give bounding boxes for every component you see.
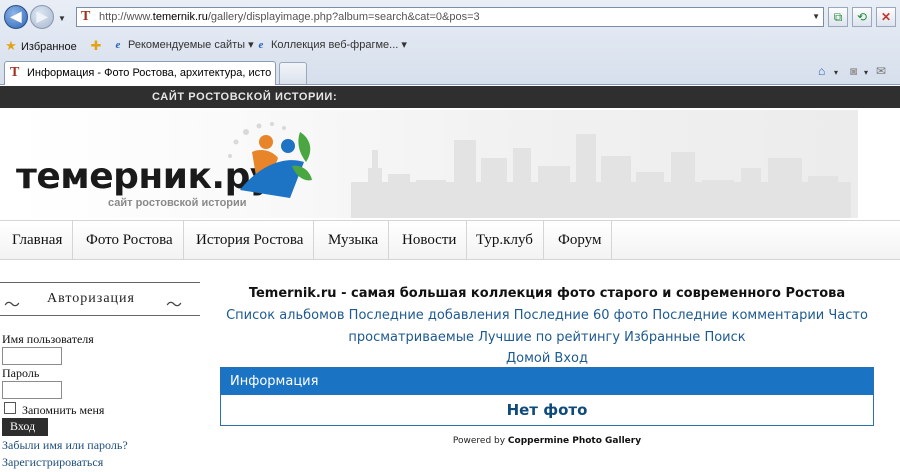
ie-page-icon: e: [115, 39, 121, 51]
back-button[interactable]: ◀: [4, 5, 28, 29]
address-url[interactable]: http://www.temernik.ru/gallery/displayim…: [99, 11, 480, 23]
fav-item-webslice[interactable]: e Коллекция веб-фрагме... ▾: [254, 38, 407, 51]
favorites-button[interactable]: ★ Избранное: [4, 38, 77, 54]
web-page: САЙТ РОСТОВСКОЙ ИСТОРИИ: темерник.ру сай…: [0, 86, 900, 472]
refresh-button[interactable]: ⟲: [852, 7, 872, 27]
password-input[interactable]: [2, 381, 62, 399]
gallery-title: Temernik.ru - самая большая коллекция фо…: [248, 286, 846, 301]
new-tab-button[interactable]: [279, 62, 307, 84]
menu-item-news[interactable]: Новости: [392, 221, 468, 259]
register-link[interactable]: Зарегистрироваться: [2, 455, 103, 470]
home-dropdown-icon[interactable]: ▾: [834, 68, 838, 77]
menu-item-tour-club[interactable]: Тур.клуб: [466, 221, 544, 259]
site-top-strip: САЙТ РОСТОВСКОЙ ИСТОРИИ:: [0, 86, 900, 108]
stop-icon: ✕: [880, 10, 892, 24]
ie-page-icon: e: [258, 39, 264, 51]
info-box-message: Нет фото: [506, 401, 588, 419]
swirl-ornament-icon: 〜: [4, 297, 21, 314]
menu-item-home[interactable]: Главная: [2, 221, 74, 259]
home-icon[interactable]: ⌂: [818, 64, 825, 78]
auth-heading: 〜 Авторизация 〜: [0, 282, 200, 316]
forgot-password-link[interactable]: Забыли имя или пароль?: [2, 438, 128, 453]
gallery-nav-links: Список альбомов Последние добавления Пос…: [220, 305, 874, 370]
browser-tab-active[interactable]: T Информация - Фото Ростова, архитектура…: [4, 61, 276, 85]
site-favicon-icon: T: [10, 65, 20, 80]
refresh-icon: ⟲: [856, 10, 868, 24]
stop-button[interactable]: ✕: [876, 7, 896, 27]
swirl-ornament-icon: 〜: [166, 297, 183, 314]
browser-chrome: ◀ ▶ ▼ T http://www.temernik.ru/gallery/d…: [0, 0, 900, 85]
address-dropdown-icon[interactable]: ▼: [812, 12, 820, 21]
password-label: Пароль: [2, 366, 40, 380]
compat-view-button[interactable]: ⧉: [828, 7, 848, 27]
feeds-dropdown-icon[interactable]: ▾: [864, 68, 868, 77]
site-logo-subtitle: сайт ростовской истории: [108, 197, 247, 209]
site-banner: темерник.ру сайт ростовской истории: [0, 108, 900, 220]
gallery-links-line-2[interactable]: просматриваемые Лучшие по рейтингу Избра…: [220, 327, 874, 349]
forward-button[interactable]: ▶: [30, 5, 54, 29]
username-label: Имя пользователя: [2, 332, 94, 346]
site-favicon-icon: T: [81, 9, 91, 24]
remember-me-label: Запомнить меня: [22, 403, 105, 417]
favorites-star-icon: ★: [5, 38, 17, 53]
history-dropdown-icon[interactable]: ▼: [58, 14, 66, 23]
username-input[interactable]: [2, 347, 62, 365]
menu-item-rostov-history[interactable]: История Ростова: [186, 221, 315, 259]
fav-item-recommended[interactable]: e Рекомендуемые сайты ▾: [111, 38, 254, 51]
remember-me-checkbox[interactable]: [4, 402, 16, 414]
menu-item-forum[interactable]: Форум: [548, 221, 613, 259]
login-button[interactable]: Вход: [2, 418, 48, 436]
tab-title: Информация - Фото Ростова, архитектура, …: [27, 67, 272, 79]
powered-by-footer: Powered by Coppermine Photo Gallery: [452, 436, 642, 446]
tab-row: T Информация - Фото Ростова, архитектура…: [0, 60, 900, 85]
site-main-menu: Главная Фото Ростова История Ростова Муз…: [0, 220, 900, 260]
forward-arrow-icon: ▶: [36, 8, 48, 24]
menu-item-rostov-photos[interactable]: Фото Ростова: [76, 221, 184, 259]
add-favorite-icon: ✚: [90, 38, 102, 53]
gallery-links-line-1[interactable]: Список альбомов Последние добавления Пос…: [220, 305, 874, 327]
logo-figures-icon: [240, 132, 312, 198]
add-favorite-button[interactable]: ✚: [89, 38, 106, 54]
coppermine-link[interactable]: Coppermine Photo Gallery: [508, 436, 641, 446]
back-arrow-icon: ◀: [10, 8, 22, 24]
feeds-icon[interactable]: ◙: [850, 64, 857, 78]
compat-icon: ⧉: [833, 10, 843, 24]
info-box-header: Информация: [221, 368, 873, 395]
info-box: Информация Нет фото: [220, 367, 874, 426]
menu-item-music[interactable]: Музыка: [318, 221, 390, 259]
address-bar[interactable]: T http://www.temernik.ru/gallery/display…: [76, 7, 824, 27]
mail-icon[interactable]: ✉: [876, 64, 886, 78]
auth-sidebar: 〜 Авторизация 〜 Имя пользователя Пароль …: [0, 282, 200, 469]
favorites-bar: ★ Избранное ✚ e Рекомендуемые сайты ▾ e Кол…: [0, 34, 900, 56]
